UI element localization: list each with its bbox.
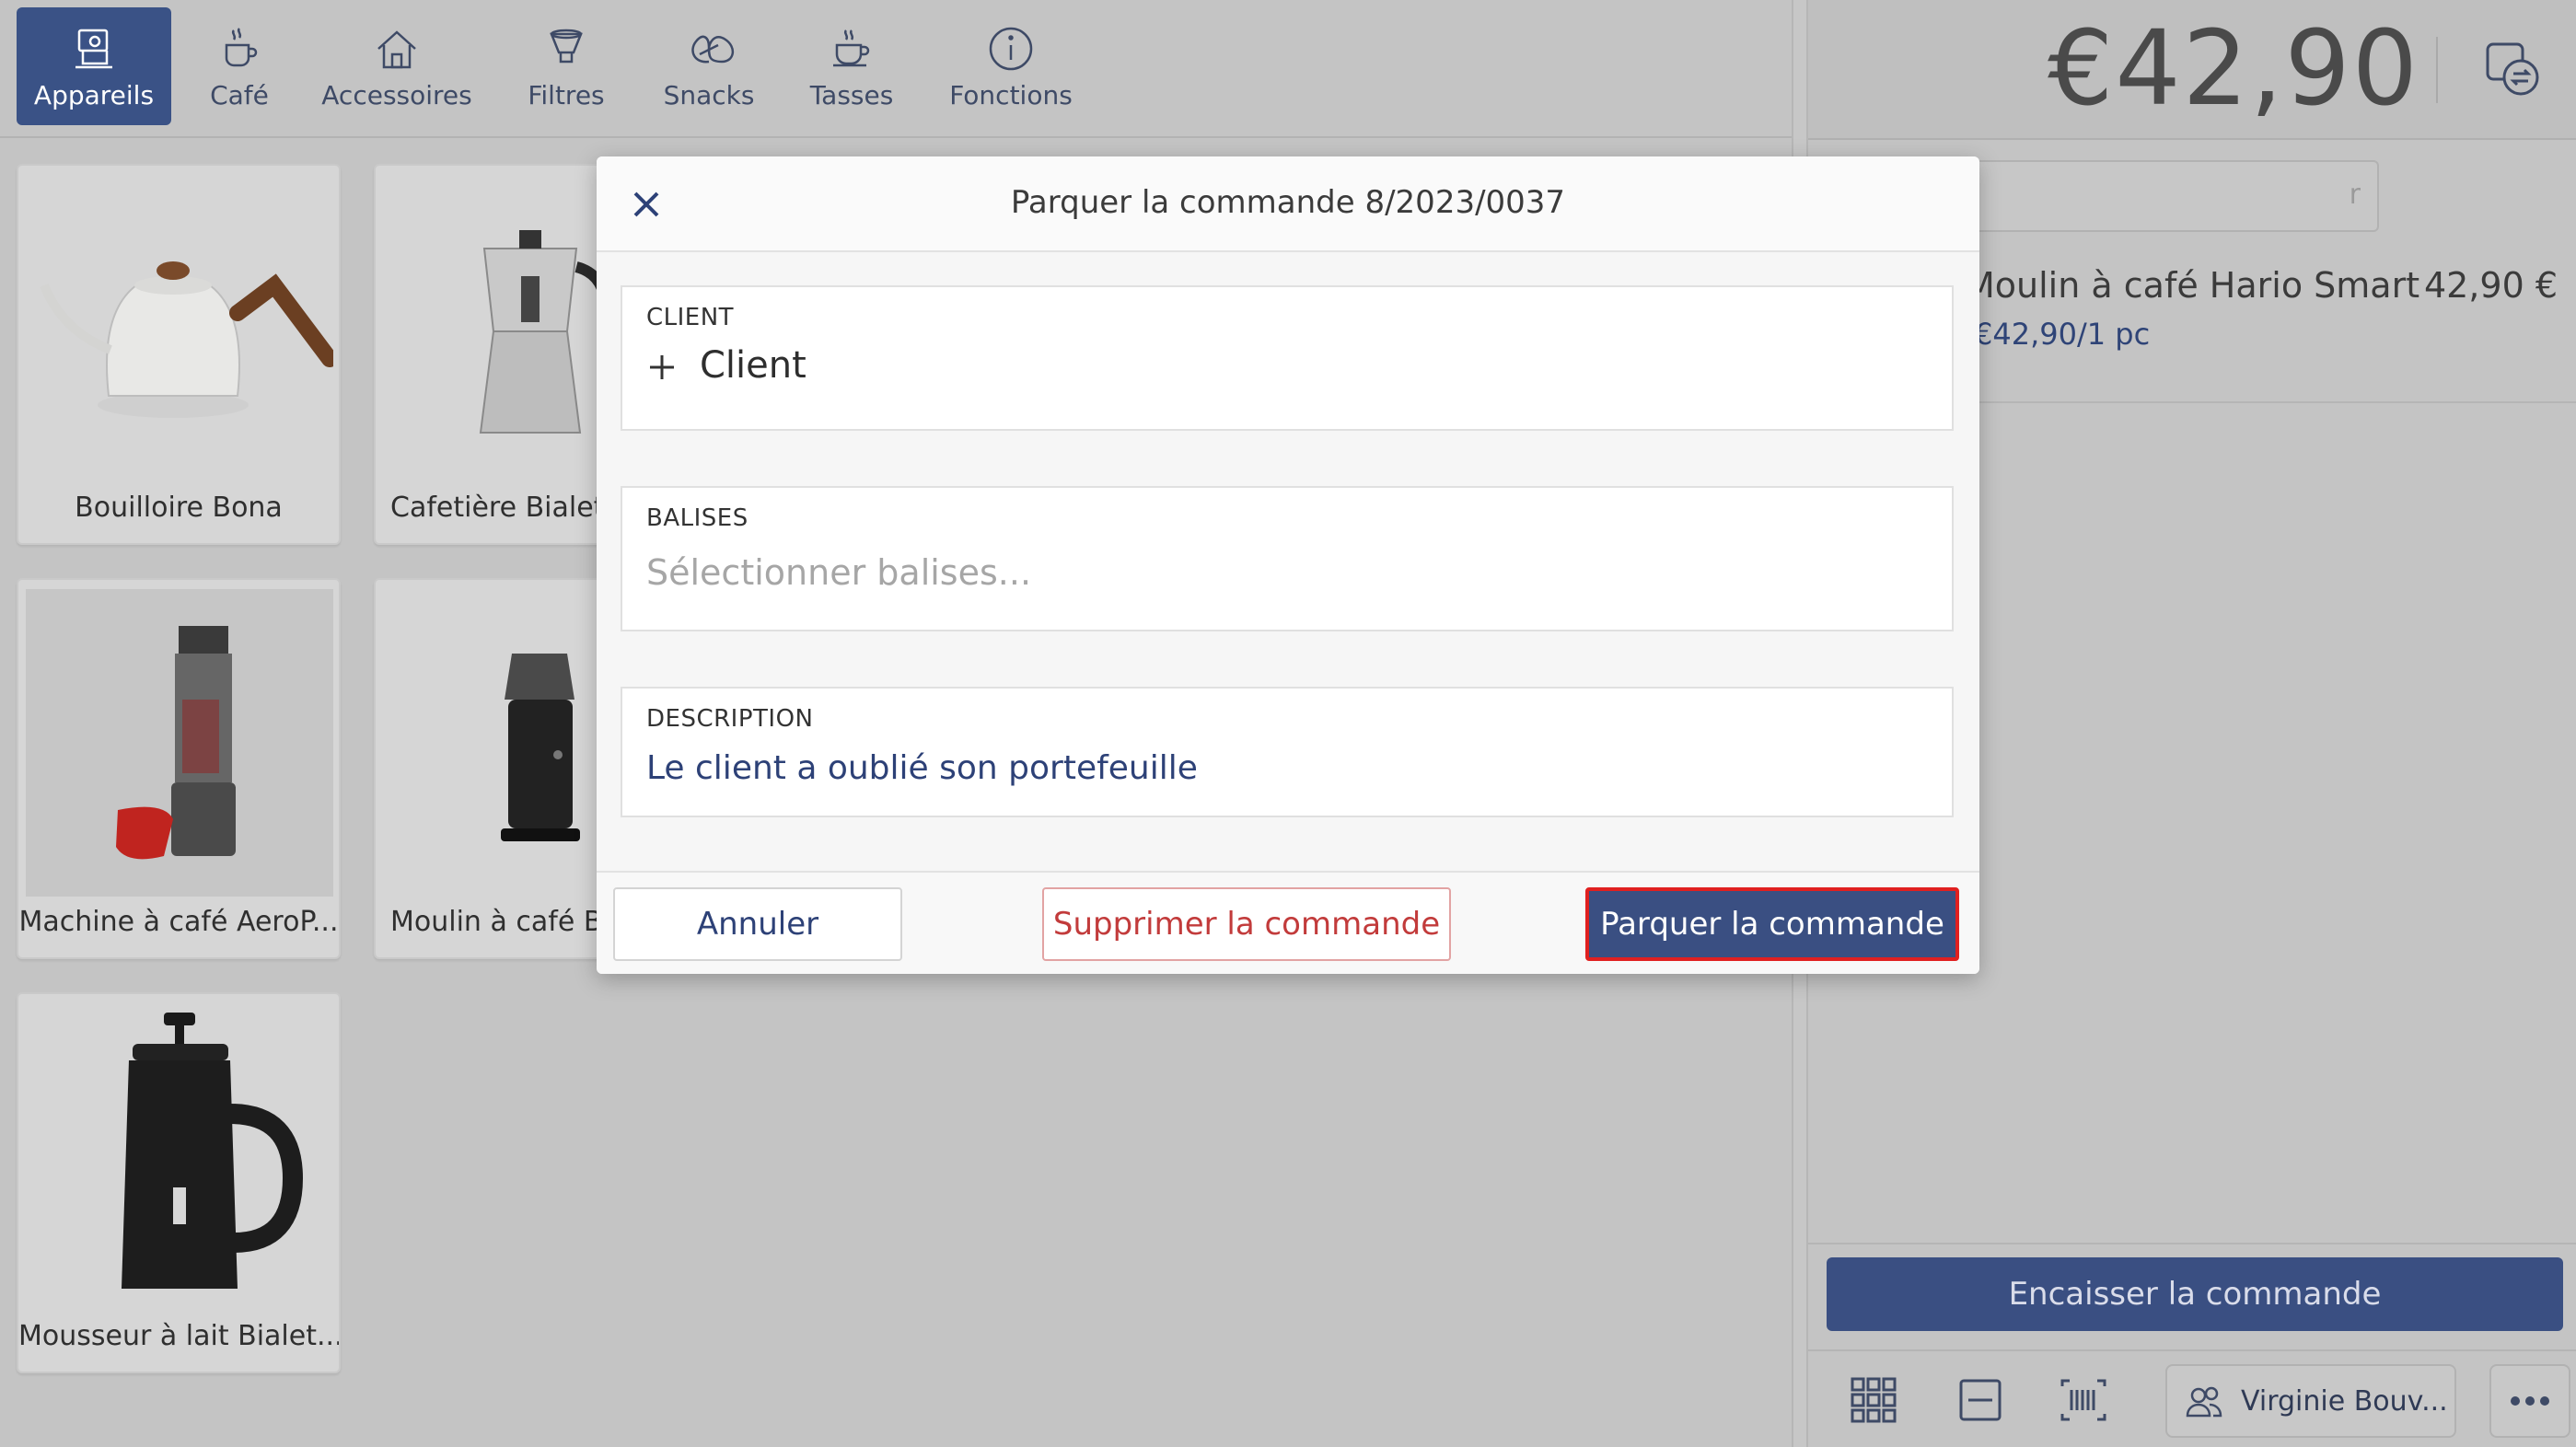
order-total: €42,90 <box>2048 9 2419 129</box>
header-divider <box>2436 37 2438 103</box>
client-field[interactable]: CLIENT Client <box>621 285 1954 431</box>
category-bar: Appareils Café Accessoires Filtres Snack… <box>0 0 1792 138</box>
product-tile-mousseur[interactable]: Mousseur à lait Bialet... <box>17 992 341 1373</box>
category-tasses[interactable]: Tasses <box>803 7 900 125</box>
category-cafe[interactable]: Café <box>197 7 282 125</box>
order-search-input[interactable]: r <box>1974 160 2379 232</box>
description-label: DESCRIPTION <box>646 705 814 733</box>
line-item-unit-price: €42,90/1 pc <box>1974 317 2151 352</box>
line-item-name: Moulin à café Hario Smart <box>1965 265 2420 306</box>
user-name: Virginie Bouv... <box>2241 1384 2448 1418</box>
checkout-button[interactable]: Encaisser la commande <box>1827 1257 2563 1331</box>
category-filtres[interactable]: Filtres <box>519 7 613 125</box>
dialog-title: Parquer la commande 8/2023/0037 <box>1010 184 1566 221</box>
dialog-footer: Annuler Supprimer la commande Parquer la… <box>597 871 1979 974</box>
park-order-button[interactable]: Parquer la commande <box>1585 887 1959 961</box>
coffee-cup-icon <box>214 23 265 75</box>
product-tile-bouilloire[interactable]: Bouilloire Bona <box>17 164 341 545</box>
category-accessoires[interactable]: Accessoires <box>321 7 472 125</box>
aeropress-image <box>26 589 333 897</box>
milk-frother-image <box>26 1003 333 1311</box>
home-icon <box>371 23 423 75</box>
add-client-label: Client <box>700 344 806 387</box>
pretzel-icon <box>683 23 735 75</box>
filter-icon <box>540 23 592 75</box>
add-client-button[interactable]: Client <box>646 344 806 387</box>
product-name: Mousseur à lait Bialet... <box>18 1320 339 1352</box>
info-icon <box>985 23 1037 75</box>
category-fonctions[interactable]: Fonctions <box>948 7 1073 125</box>
client-label: CLIENT <box>646 304 735 331</box>
order-header: €42,90 <box>1808 0 2576 140</box>
appliance-icon <box>68 23 120 75</box>
cancel-button[interactable]: Annuler <box>613 887 902 961</box>
dialog-header: Parquer la commande 8/2023/0037 <box>597 156 1979 252</box>
tags-label: BALISES <box>646 504 748 532</box>
cup-icon <box>826 23 877 75</box>
description-value: Le client a oublié son portefeuille <box>646 749 1198 787</box>
tags-field[interactable]: BALISES Sélectionner balises... <box>621 486 1954 631</box>
barcode-icon[interactable] <box>2057 1373 2110 1427</box>
kettle-image <box>26 175 338 482</box>
product-name: Machine à café AeroP... <box>18 906 339 938</box>
order-toolbar: Virginie Bouv... <box>1808 1349 2576 1447</box>
users-icon <box>2182 1379 2226 1423</box>
description-field[interactable]: DESCRIPTION Le client a oublié son porte… <box>621 687 1954 817</box>
minus-square-icon[interactable] <box>1954 1373 2007 1427</box>
grid-icon[interactable] <box>1847 1373 1900 1427</box>
park-order-dialog: Parquer la commande 8/2023/0037 CLIENT C… <box>597 156 1979 974</box>
product-tile-aeropress[interactable]: Machine à café AeroP... <box>17 578 341 959</box>
delete-order-button[interactable]: Supprimer la commande <box>1042 887 1451 961</box>
category-snacks[interactable]: Snacks <box>661 7 757 125</box>
currency-swap-icon[interactable] <box>2478 35 2548 105</box>
more-options-icon[interactable] <box>2489 1364 2570 1438</box>
user-button[interactable]: Virginie Bouv... <box>2165 1364 2456 1438</box>
plus-icon <box>646 350 678 381</box>
line-item-price: 42,90 € <box>2423 265 2558 306</box>
tags-placeholder: Sélectionner balises... <box>646 552 1032 593</box>
category-appareils[interactable]: Appareils <box>17 7 171 125</box>
product-name: Bouilloire Bona <box>75 492 283 524</box>
panel-separator <box>1808 1243 2576 1244</box>
